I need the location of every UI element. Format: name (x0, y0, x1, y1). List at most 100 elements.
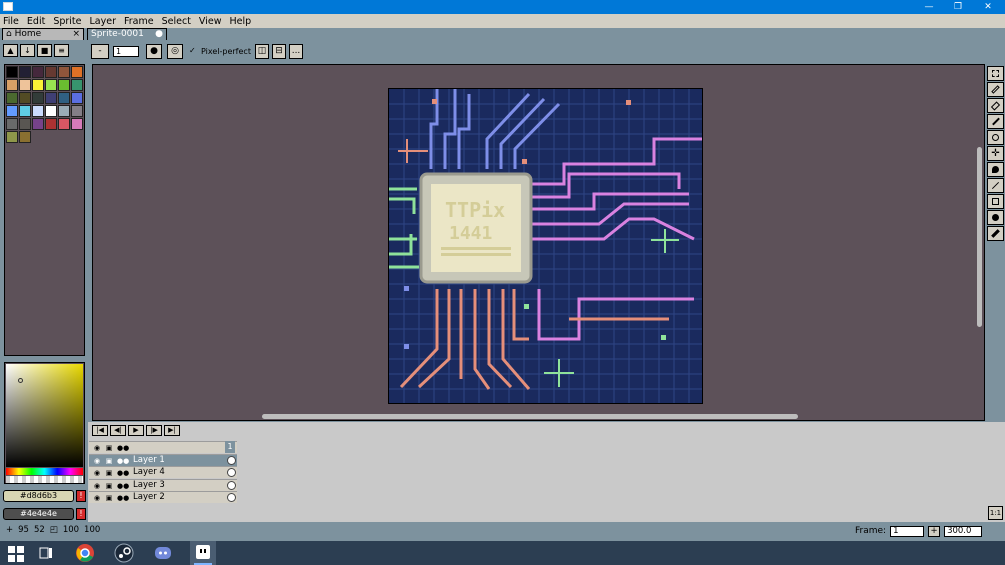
palette-swatch[interactable] (71, 105, 83, 117)
next-frame-icon[interactable]: |▶ (146, 425, 162, 436)
sort-palette-button[interactable]: ↓ (20, 44, 35, 57)
menu-frame[interactable]: Frame (124, 16, 154, 27)
menu-sprite[interactable]: Sprite (53, 16, 81, 27)
menu-edit[interactable]: Edit (27, 16, 45, 27)
palette-swatch[interactable] (32, 66, 44, 78)
horizontal-scrollbar[interactable] (262, 414, 798, 419)
eye-icon[interactable]: ◉ (93, 494, 101, 502)
frame-input[interactable]: 1 (890, 525, 925, 537)
palette-swatch[interactable] (58, 92, 70, 104)
maximize-button[interactable]: ❐ (943, 0, 973, 14)
palette-swatch[interactable] (45, 66, 57, 78)
cel-icon[interactable] (227, 493, 236, 502)
start-icon[interactable] (6, 543, 26, 563)
lock-icon[interactable]: ▣ (105, 444, 113, 452)
menu-view[interactable]: View (199, 16, 222, 27)
layer-row[interactable]: ◉ ▣ ●● Layer 1 (89, 453, 237, 466)
link-icon[interactable]: ●● (117, 457, 129, 465)
palette-swatch[interactable] (6, 92, 18, 104)
last-frame-icon[interactable]: ▶| (164, 425, 180, 436)
palette-swatch[interactable] (45, 118, 57, 130)
palette-swatch[interactable] (71, 79, 83, 91)
palette-swatch[interactable] (71, 66, 83, 78)
layer-row[interactable]: ◉ ▣ ●● Layer 3 (89, 478, 237, 491)
palette-swatch[interactable] (19, 79, 31, 91)
play-icon[interactable]: ▶ (128, 425, 144, 436)
lock-icon[interactable]: ▣ (105, 494, 113, 502)
link-icon[interactable]: ●● (117, 482, 129, 490)
palette-swatch[interactable] (71, 118, 83, 130)
palette-swatch[interactable] (32, 92, 44, 104)
menu-help[interactable]: Help (229, 16, 251, 27)
chrome-icon[interactable] (75, 543, 95, 563)
link-icon[interactable]: ●● (117, 494, 129, 502)
eye-icon[interactable]: ◉ (93, 457, 101, 465)
blur-tool-icon[interactable] (987, 226, 1004, 241)
lock-palette-button[interactable]: ▲ (3, 44, 18, 57)
line-tool-icon[interactable] (987, 178, 1004, 193)
menu-select[interactable]: Select (162, 16, 191, 27)
eyedropper-tool-icon[interactable] (987, 114, 1004, 129)
cel-icon[interactable] (227, 468, 236, 477)
palette-swatch[interactable] (19, 131, 31, 143)
cel-icon[interactable] (227, 455, 236, 465)
palette-swatch[interactable] (58, 79, 70, 91)
palette-swatch[interactable] (58, 118, 70, 130)
palette-swatch[interactable] (19, 92, 31, 104)
eye-icon[interactable]: ◉ (93, 444, 101, 452)
brush-size-input[interactable]: 1 (113, 46, 139, 57)
contour-tool-icon[interactable] (987, 210, 1004, 225)
background-color[interactable]: #4e4e4e (3, 508, 74, 520)
tab-home[interactable]: ⌂ Home × (2, 28, 84, 40)
tab-sprite[interactable]: Sprite-0001 ● (87, 28, 167, 40)
palette-swatch[interactable] (45, 105, 57, 117)
aseprite-icon[interactable] (190, 541, 216, 565)
palette-swatch[interactable] (32, 105, 44, 117)
discord-icon[interactable] (153, 543, 173, 563)
prev-frame-icon[interactable]: ◀| (110, 425, 126, 436)
eye-icon[interactable]: ◉ (93, 482, 101, 490)
palette-swatch[interactable] (19, 66, 31, 78)
check-icon[interactable]: ✓ (189, 46, 196, 55)
warning-icon[interactable]: ! (76, 508, 86, 520)
lock-icon[interactable]: ▣ (105, 482, 113, 490)
cel-icon[interactable] (227, 480, 236, 490)
palette-swatch[interactable] (58, 66, 70, 78)
palette-swatch[interactable] (71, 92, 83, 104)
ink-button[interactable]: ● (146, 44, 162, 59)
sprite-canvas[interactable]: TTPix 1441 (388, 88, 703, 404)
frame-header[interactable]: 1 (225, 441, 235, 453)
close-tab-icon[interactable]: × (72, 29, 80, 39)
pencil-tool-icon[interactable] (987, 82, 1004, 97)
move-tool-icon[interactable]: ✛ (987, 146, 1004, 161)
palette-swatch[interactable] (6, 66, 18, 78)
palette-swatch[interactable] (19, 118, 31, 130)
hue-slider[interactable] (6, 468, 83, 475)
link-icon[interactable]: ●● (117, 444, 129, 452)
layer-row[interactable]: ◉ ▣ ●● Layer 4 (89, 466, 237, 478)
eye-icon[interactable]: ◉ (93, 469, 101, 477)
alpha-slider[interactable] (6, 476, 83, 483)
close-window-button[interactable]: ✕ (973, 0, 1003, 14)
saturation-value-field[interactable] (6, 364, 83, 467)
steam-icon[interactable] (114, 543, 134, 563)
palette-swatch[interactable] (6, 118, 18, 130)
lock-icon[interactable]: ▣ (105, 457, 113, 465)
palette-preset-button[interactable]: ■ (37, 44, 52, 57)
fill-tool-icon[interactable] (987, 162, 1004, 177)
zoom-tool-icon[interactable] (987, 130, 1004, 145)
palette-swatch[interactable] (6, 131, 18, 143)
palette-swatch[interactable] (58, 105, 70, 117)
layer-header-row[interactable]: ◉ ▣ ●● (89, 441, 237, 453)
menu-layer[interactable]: Layer (90, 16, 117, 27)
zoom-ratio-button[interactable]: 1:1 (988, 506, 1003, 520)
task-view-icon[interactable] (36, 543, 56, 563)
sv-cursor-icon[interactable] (18, 378, 23, 383)
palette-swatch[interactable] (45, 92, 57, 104)
palette-menu-button[interactable]: ≡ (54, 44, 69, 57)
opacity-button[interactable]: ◎ (167, 44, 183, 59)
foreground-color[interactable]: #d8d6b3 (3, 490, 74, 502)
rectangle-tool-icon[interactable] (987, 194, 1004, 209)
palette-swatch[interactable] (45, 79, 57, 91)
palette-swatch[interactable] (6, 105, 18, 117)
